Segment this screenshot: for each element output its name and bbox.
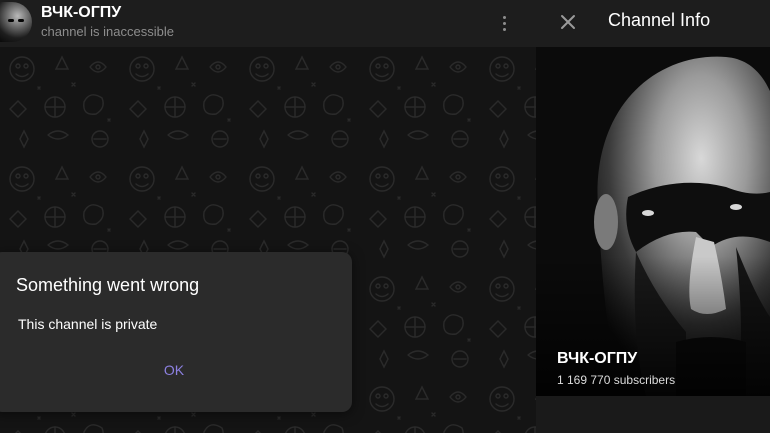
info-bottom-area xyxy=(536,396,770,433)
channel-info-panel: Channel Info ВЧК-ОГПУ 1 169 770 subscrib… xyxy=(536,0,770,433)
subscriber-count: 1 169 770 subscribers xyxy=(557,373,676,387)
ok-button[interactable]: OK xyxy=(148,356,200,384)
chat-status: channel is inaccessible xyxy=(41,24,174,39)
channel-photo[interactable] xyxy=(536,47,770,396)
more-vertical-icon[interactable] xyxy=(494,11,514,35)
info-header: Channel Info xyxy=(536,0,770,47)
chat-title[interactable]: ВЧК-ОГПУ xyxy=(41,4,121,22)
close-icon[interactable] xyxy=(556,10,580,34)
error-dialog: Something went wrong This channel is pri… xyxy=(0,252,352,412)
chat-pane: ВЧК-ОГПУ channel is inaccessible Somethi… xyxy=(0,0,536,433)
info-title: Channel Info xyxy=(608,10,711,30)
dialog-message: This channel is private xyxy=(18,316,158,332)
dialog-title: Something went wrong xyxy=(16,275,200,295)
chat-header: ВЧК-ОГПУ channel is inaccessible xyxy=(0,0,536,47)
telegram-app: ВЧК-ОГПУ channel is inaccessible Somethi… xyxy=(0,0,770,433)
avatar[interactable] xyxy=(0,2,32,42)
channel-name: ВЧК-ОГПУ xyxy=(557,350,638,367)
